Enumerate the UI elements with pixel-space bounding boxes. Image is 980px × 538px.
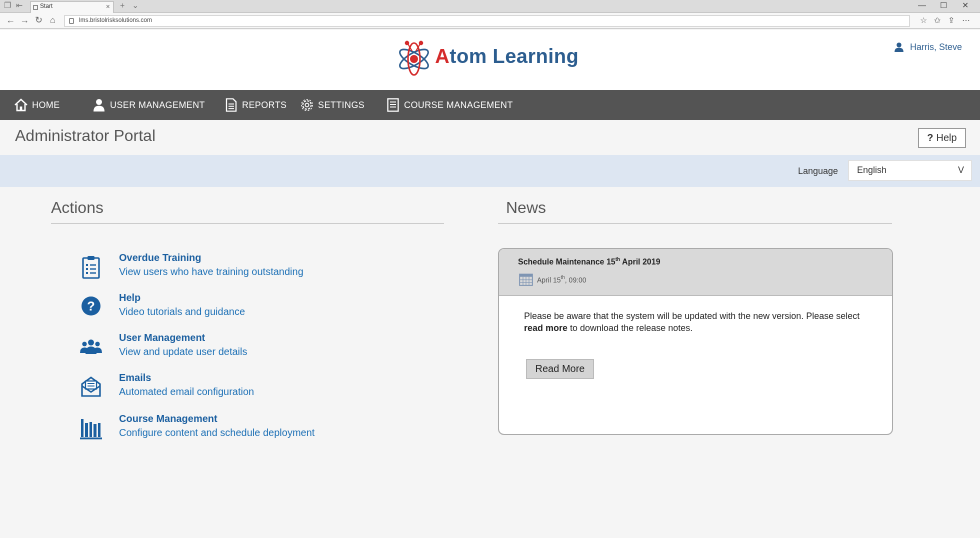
action-user-management[interactable]: User Management View and update user det… <box>80 333 460 367</box>
action-subtitle: Automated email configuration <box>119 387 255 398</box>
language-selected: English <box>857 165 887 175</box>
browser-tab[interactable]: Start × <box>30 1 114 13</box>
action-course-management[interactable]: Course Management Configure content and … <box>80 414 460 448</box>
language-select[interactable]: English V <box>848 160 972 181</box>
chevron-down-icon: V <box>957 165 964 175</box>
books-icon <box>80 419 102 440</box>
user-name: Harris, Steve <box>909 42 962 52</box>
book-icon <box>387 98 399 112</box>
maximize-icon[interactable]: ☐ <box>940 0 947 12</box>
svg-text:?: ? <box>87 299 95 314</box>
action-subtitle: Video tutorials and guidance <box>119 307 246 318</box>
users-icon <box>80 339 102 354</box>
reload-icon[interactable]: ↻ <box>35 14 43 27</box>
favorites-icon[interactable]: ✩ <box>934 15 941 27</box>
news-title: News <box>506 200 547 217</box>
favorite-star-icon[interactable]: ☆ <box>920 15 927 27</box>
language-label: Language <box>798 166 839 176</box>
home-browser-icon[interactable]: ⌂ <box>50 14 55 27</box>
user-menu[interactable]: Harris, Steve <box>894 42 962 52</box>
action-subtitle: View and update user details <box>119 347 248 358</box>
url-text: lms.bristolrisksolutions.com <box>79 18 153 24</box>
page-icon <box>33 5 38 10</box>
main-nav: HOME USER MANAGEMENT REPORTS SETTINGS CO… <box>0 90 980 120</box>
nav-settings[interactable]: SETTINGS <box>300 90 365 120</box>
action-title: Emails <box>119 373 152 384</box>
document-icon <box>225 98 237 112</box>
action-emails[interactable]: Emails Automated email configuration <box>80 373 460 407</box>
news-card-body: Please be aware that the system will be … <box>524 311 860 333</box>
action-title: Help <box>119 293 141 304</box>
share-icon[interactable]: ⇪ <box>948 15 955 27</box>
action-title: Overdue Training <box>119 253 202 264</box>
tab-actions-icon[interactable]: ❐ <box>4 0 11 12</box>
news-card-header: Schedule Maintenance 15th April 2019 Apr… <box>499 249 892 296</box>
app-header: Atom Learning Harris, Steve <box>0 30 980 90</box>
browser-address-bar: ← → ↻ ⌂ lms.bristolrisksolutions.com ☆ ✩… <box>0 13 980 29</box>
news-card-date: April 15th, 09:00 <box>519 273 586 286</box>
url-field[interactable]: lms.bristolrisksolutions.com <box>64 15 910 27</box>
email-icon <box>81 376 101 397</box>
atom-learning-logo[interactable]: Atom Learning <box>396 35 579 79</box>
news-card-title: Schedule Maintenance 15th April 2019 <box>518 257 661 267</box>
question-icon: ? <box>81 296 101 316</box>
user-icon <box>93 99 105 112</box>
nav-home[interactable]: HOME <box>14 90 60 120</box>
minimize-icon[interactable]: — <box>918 0 926 12</box>
nav-course-management[interactable]: COURSE MANAGEMENT <box>386 90 513 120</box>
action-overdue-training[interactable]: Overdue Training View users who have tra… <box>80 253 460 287</box>
new-tab-icon[interactable]: + <box>120 0 125 12</box>
gear-icon <box>301 99 313 111</box>
action-subtitle: Configure content and schedule deploymen… <box>119 428 315 439</box>
close-window-icon[interactable]: ✕ <box>962 0 969 12</box>
help-question-icon: ? <box>927 132 934 144</box>
more-icon[interactable]: ⋯ <box>962 15 970 27</box>
news-card: Schedule Maintenance 15th April 2019 Apr… <box>498 248 893 435</box>
actions-divider <box>51 223 444 224</box>
atom-logo-icon <box>399 40 429 76</box>
close-tab-icon[interactable]: × <box>106 2 110 13</box>
calendar-icon <box>519 273 533 286</box>
lock-icon <box>69 18 74 24</box>
news-divider <box>498 223 892 224</box>
page-title: Administrator Portal <box>15 128 156 145</box>
nav-reports[interactable]: REPORTS <box>224 90 287 120</box>
browser-tab-title: Start <box>40 4 53 10</box>
language-bar: Language English V <box>0 155 980 187</box>
tab-back-icon[interactable]: ⇤ <box>16 0 23 12</box>
browser-tab-bar: ❐ ⇤ Start × + ⌄ — ☐ ✕ <box>0 0 980 13</box>
read-more-button[interactable]: Read More <box>526 359 594 379</box>
nav-user-management[interactable]: USER MANAGEMENT <box>92 90 205 120</box>
clipboard-icon <box>82 256 100 279</box>
user-icon <box>894 42 904 52</box>
actions-title: Actions <box>51 200 104 217</box>
read-more-link[interactable]: read more <box>524 323 568 333</box>
action-subtitle: View users who have training outstanding <box>119 267 304 278</box>
back-icon[interactable]: ← <box>6 14 15 27</box>
action-title: User Management <box>119 333 206 344</box>
home-icon <box>14 98 28 112</box>
forward-icon[interactable]: → <box>20 14 29 27</box>
tab-menu-icon[interactable]: ⌄ <box>132 0 139 12</box>
logo-text: Atom Learning <box>435 45 579 68</box>
help-button[interactable]: ? Help <box>918 128 966 148</box>
action-help[interactable]: ? Help Video tutorials and guidance <box>80 293 460 327</box>
action-title: Course Management <box>119 414 218 425</box>
